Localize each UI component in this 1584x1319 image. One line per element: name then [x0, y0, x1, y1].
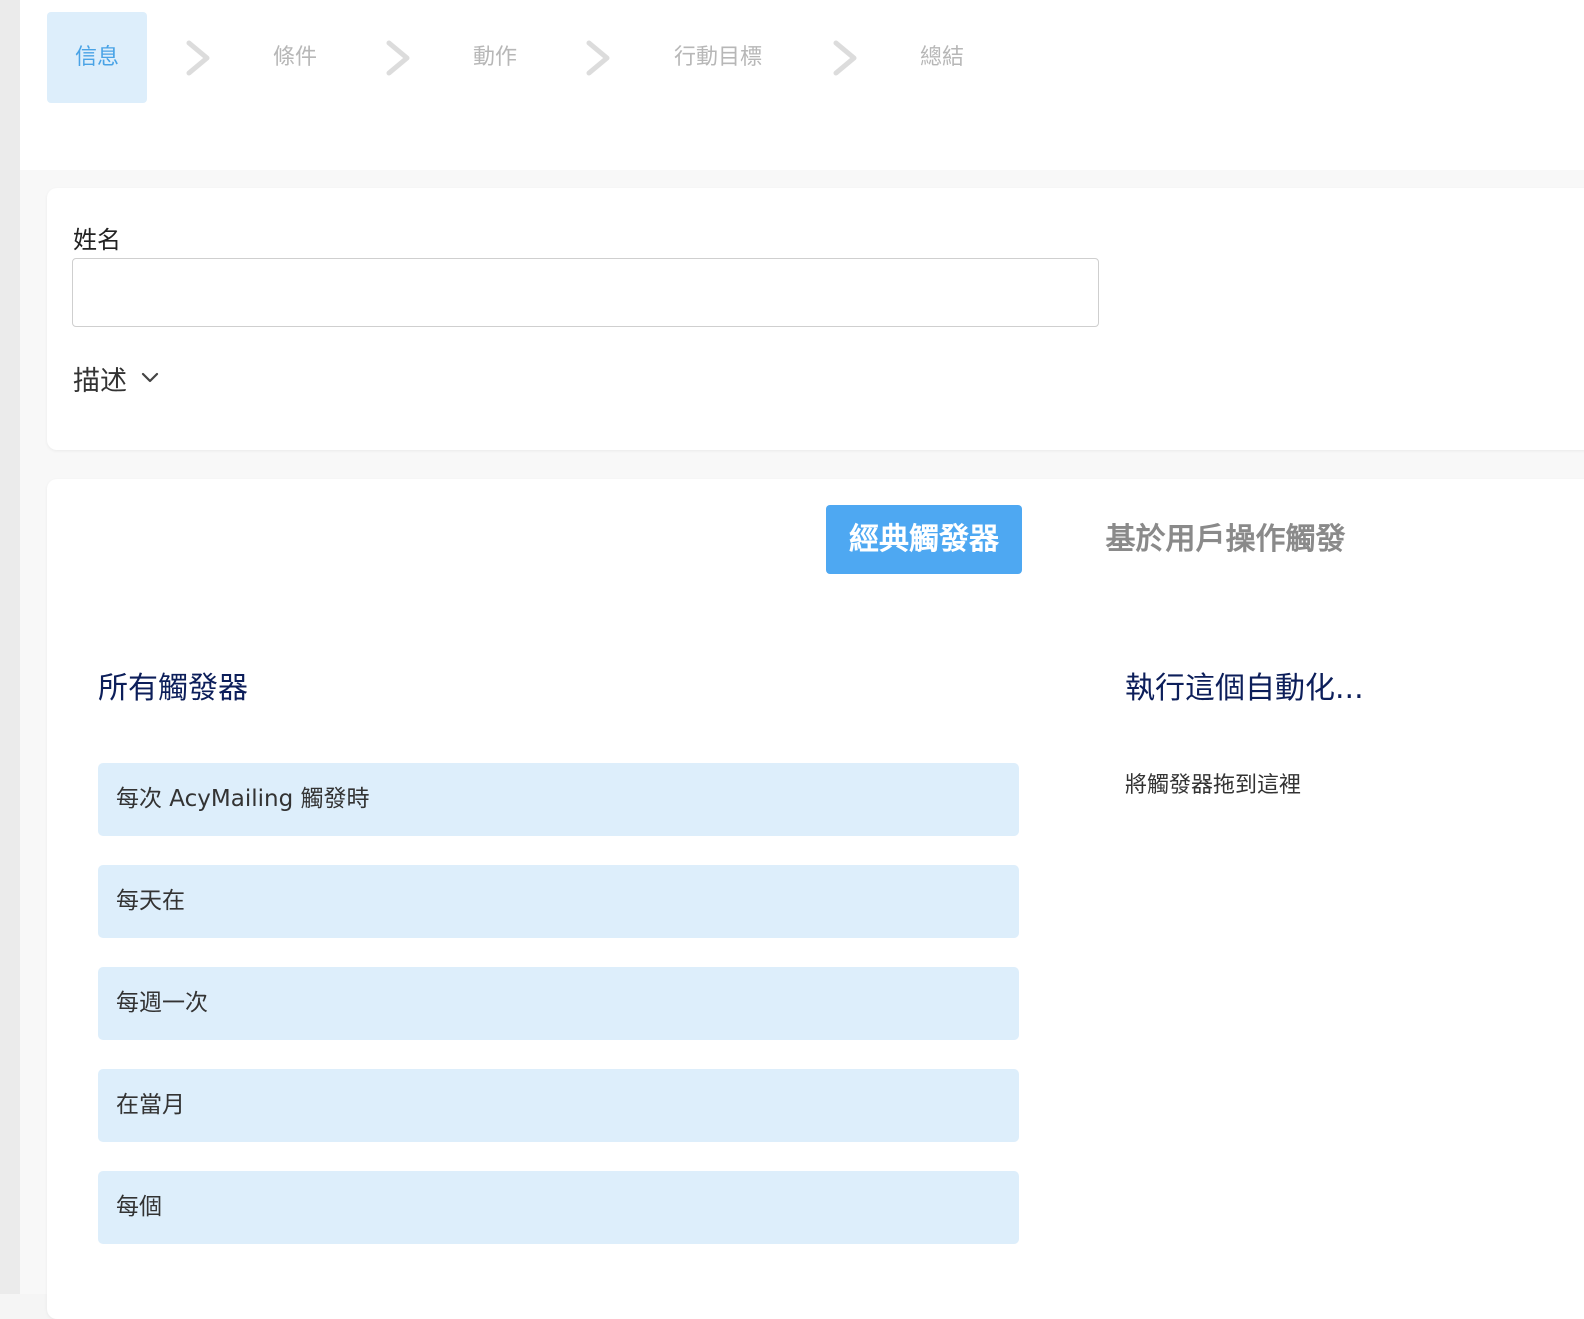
triggers-card: 經典觸發器 基於用戶操作觸發 所有觸發器 執行這個自動化... 每次 AcyMa…: [47, 479, 1584, 1319]
chevron-right-icon: [183, 40, 213, 76]
name-label: 姓名: [73, 226, 121, 254]
description-label: 描述: [73, 365, 127, 397]
chevron-right-icon: [583, 40, 613, 76]
step-actions[interactable]: 動作: [473, 12, 517, 103]
tab-user-action-triggers[interactable]: 基於用戶操作觸發: [1083, 505, 1368, 574]
step-conditions[interactable]: 條件: [273, 12, 317, 103]
all-triggers-title: 所有觸發器: [98, 671, 248, 706]
trigger-list: 每次 AcyMailing 觸發時 每天在 每週一次 在當月 每個: [98, 763, 1019, 1273]
step-summary[interactable]: 總結: [920, 12, 964, 103]
trigger-item-weekly[interactable]: 每週一次: [98, 967, 1019, 1040]
chevron-right-icon: [383, 40, 413, 76]
description-toggle[interactable]: 描述: [73, 358, 159, 398]
run-automation-title: 執行這個自動化...: [1125, 671, 1364, 706]
step-info[interactable]: 信息: [47, 12, 147, 103]
chevron-down-icon: [141, 372, 159, 384]
info-card: 姓名 描述: [47, 188, 1584, 450]
left-edge-strip: [0, 0, 20, 1294]
trigger-item-every[interactable]: 每個: [98, 1171, 1019, 1244]
trigger-item-monthly[interactable]: 在當月: [98, 1069, 1019, 1142]
trigger-drop-zone[interactable]: 將觸發器拖到這裡: [1125, 767, 1301, 799]
name-input[interactable]: [72, 258, 1099, 327]
chevron-right-icon: [830, 40, 860, 76]
trigger-item-acymailing[interactable]: 每次 AcyMailing 觸發時: [98, 763, 1019, 836]
tab-classic-triggers[interactable]: 經典觸發器: [826, 505, 1022, 574]
trigger-item-daily[interactable]: 每天在: [98, 865, 1019, 938]
step-targets[interactable]: 行動目標: [674, 12, 762, 103]
steps-header: [20, 0, 1584, 170]
